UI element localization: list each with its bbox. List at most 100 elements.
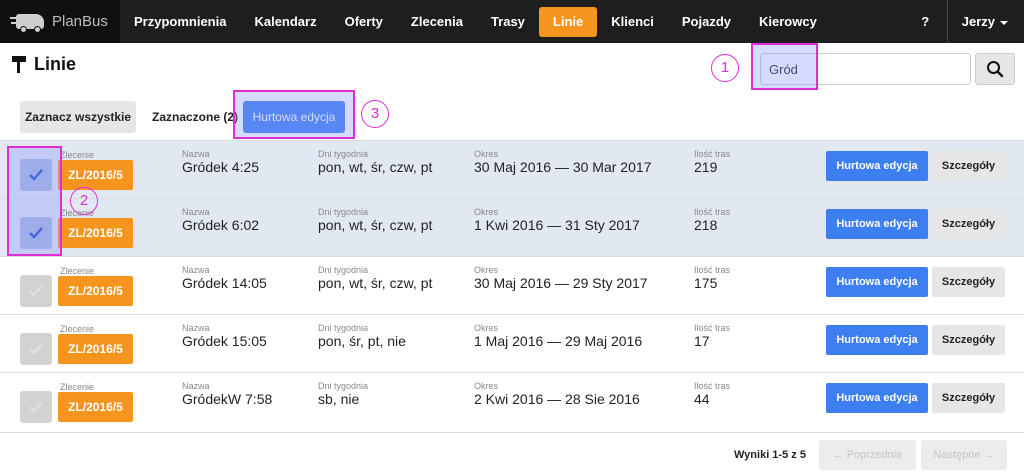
name-label: Nazwa <box>182 381 210 391</box>
weekdays-label: Dni tygodnia <box>318 265 369 275</box>
order-label: Zlecenie <box>60 324 95 334</box>
nav-item-linie[interactable]: Linie <box>538 6 598 37</box>
bulk-edit-highlight <box>233 90 355 139</box>
trip-count-value: 218 <box>694 217 718 233</box>
previous-page-button[interactable]: ← Poprzednie <box>819 440 916 470</box>
row-details-button[interactable]: Szczegóły <box>932 267 1005 297</box>
weekdays-label: Dni tygodnia <box>318 207 369 217</box>
name-label: Nazwa <box>182 265 210 275</box>
check-icon <box>29 285 43 297</box>
order-label: Zlecenie <box>60 266 95 276</box>
row-details-button[interactable]: Szczegóły <box>932 325 1005 355</box>
annotation-marker-2: 2 <box>70 187 98 215</box>
row-bulk-edit-button[interactable]: Hurtowa edycja <box>826 383 928 413</box>
search-icon <box>987 61 1004 78</box>
trip-count-label: Ilość tras <box>694 381 731 391</box>
period-label: Okres <box>474 323 499 333</box>
trip-count-value: 44 <box>694 391 710 407</box>
page-title: Linie <box>12 53 76 75</box>
row-details-button[interactable]: Szczegóły <box>932 383 1005 413</box>
period-label: Okres <box>474 207 499 217</box>
weekdays-label: Dni tygodnia <box>318 149 369 159</box>
page-title-text: Linie <box>34 53 77 74</box>
caret-down-icon <box>1000 20 1008 25</box>
row-details-button[interactable]: Szczegóły <box>932 209 1005 239</box>
nav-item-trasy[interactable]: Trasy <box>477 7 539 37</box>
order-button[interactable]: ZL/2016/5 <box>58 334 133 364</box>
nav-right: ? Jerzy <box>904 0 1024 43</box>
trip-count-value: 219 <box>694 159 718 175</box>
trip-count-label: Ilość tras <box>694 265 731 275</box>
name-label: Nazwa <box>182 323 210 333</box>
list-bottom-divider <box>0 432 1024 433</box>
top-navbar: PlanBus Przypomnienia Kalendarz Oferty Z… <box>0 0 1024 43</box>
nav-item-oferty[interactable]: Oferty <box>331 7 397 37</box>
period-value: 30 Maj 2016 — 29 Sty 2017 <box>474 275 648 291</box>
list-item: Zlecenie ZL/2016/5 Nazwa GródekW 7:58 Dn… <box>0 372 1024 430</box>
line-name: Gródek 15:05 <box>182 333 267 349</box>
weekdays-value: pon, wt, śr, czw, pt <box>318 159 433 175</box>
weekdays-value: pon, wt, śr, czw, pt <box>318 275 433 291</box>
period-value: 2 Kwi 2016 — 28 Sie 2016 <box>474 391 640 407</box>
row-checkbox[interactable] <box>20 333 52 365</box>
name-label: Nazwa <box>182 207 210 217</box>
order-label: Zlecenie <box>60 150 95 160</box>
line-name: Gródek 14:05 <box>182 275 267 291</box>
user-name: Jerzy <box>961 14 995 29</box>
list-item: Zlecenie ZL/2016/5 Nazwa Gródek 14:05 Dn… <box>0 256 1024 314</box>
nav-item-kalendarz[interactable]: Kalendarz <box>240 7 330 37</box>
period-value: 30 Maj 2016 — 30 Mar 2017 <box>474 159 652 175</box>
weekdays-label: Dni tygodnia <box>318 381 369 391</box>
trip-count-value: 175 <box>694 275 718 291</box>
check-icon <box>29 401 43 413</box>
period-label: Okres <box>474 149 499 159</box>
row-details-button[interactable]: Szczegóły <box>932 151 1005 181</box>
list-item: Zlecenie ZL/2016/5 Nazwa Gródek 15:05 Dn… <box>0 314 1024 372</box>
weekdays-value: sb, nie <box>318 391 360 407</box>
period-label: Okres <box>474 265 499 275</box>
line-name: GródekW 7:58 <box>182 391 273 407</box>
bus-icon <box>10 11 46 33</box>
row-bulk-edit-button[interactable]: Hurtowa edycja <box>826 209 928 239</box>
name-label: Nazwa <box>182 149 210 159</box>
checkbox-highlight <box>7 146 62 256</box>
nav-item-klienci[interactable]: Klienci <box>597 7 668 37</box>
line-name: Gródek 4:25 <box>182 159 260 175</box>
order-button[interactable]: ZL/2016/5 <box>58 392 133 422</box>
row-bulk-edit-button[interactable]: Hurtowa edycja <box>826 151 928 181</box>
weekdays-value: pon, wt, śr, czw, pt <box>318 217 433 233</box>
period-label: Okres <box>474 381 499 391</box>
nav-item-przypomnienia[interactable]: Przypomnienia <box>120 7 240 37</box>
row-checkbox[interactable] <box>20 391 52 423</box>
row-bulk-edit-button[interactable]: Hurtowa edycja <box>826 267 928 297</box>
order-label: Zlecenie <box>60 382 95 392</box>
row-checkbox[interactable] <box>20 275 52 307</box>
user-menu[interactable]: Jerzy <box>948 0 1024 43</box>
order-button[interactable]: ZL/2016/5 <box>58 160 133 190</box>
trip-count-label: Ilość tras <box>694 149 731 159</box>
search-button[interactable] <box>975 53 1015 85</box>
help-button[interactable]: ? <box>904 0 948 43</box>
check-icon <box>29 343 43 355</box>
order-button[interactable]: ZL/2016/5 <box>58 218 133 248</box>
period-value: 1 Maj 2016 — 29 Maj 2016 <box>474 333 643 349</box>
trip-count-label: Ilość tras <box>694 323 731 333</box>
nav-item-zlecenia[interactable]: Zlecenia <box>397 7 477 37</box>
brand-name: PlanBus <box>52 13 108 30</box>
period-value: 1 Kwi 2016 — 31 Sty 2017 <box>474 217 640 233</box>
main-nav: Przypomnienia Kalendarz Oferty Zlecenia … <box>120 0 831 43</box>
select-all-button[interactable]: Zaznacz wszystkie <box>20 101 136 133</box>
list-item: Zlecenie ZL/2016/5 Nazwa Gródek 4:25 Dni… <box>0 140 1024 198</box>
row-bulk-edit-button[interactable]: Hurtowa edycja <box>826 325 928 355</box>
line-name: Gródek 6:02 <box>182 217 260 233</box>
order-button[interactable]: ZL/2016/5 <box>58 276 133 306</box>
weekdays-value: pon, śr, pt, nie <box>318 333 406 349</box>
nav-item-pojazdy[interactable]: Pojazdy <box>668 7 745 37</box>
selected-count: Zaznaczone (2) <box>152 110 239 124</box>
nav-item-kierowcy[interactable]: Kierowcy <box>745 7 831 37</box>
next-page-button[interactable]: Następne → <box>921 440 1007 470</box>
annotation-marker-3: 3 <box>361 100 389 128</box>
brand[interactable]: PlanBus <box>0 0 120 43</box>
search-highlight <box>751 43 818 90</box>
list-item: Zlecenie ZL/2016/5 Nazwa Gródek 6:02 Dni… <box>0 198 1024 256</box>
